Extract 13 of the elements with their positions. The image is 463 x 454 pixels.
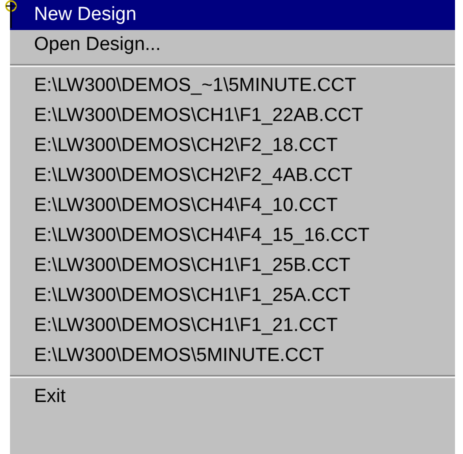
menu-item[interactable]: Exit — [10, 382, 455, 412]
menu-item[interactable]: E:\LW300\DEMOS\CH1\F1_21.CCT — [10, 311, 455, 341]
menu-item[interactable]: E:\LW300\DEMOS\CH2\F2_18.CCT — [10, 131, 455, 161]
menu-item[interactable]: E:\LW300\DEMOS\CH4\F4_15_16.CCT — [10, 221, 455, 251]
menu-item[interactable]: E:\LW300\DEMOS\CH2\F2_4AB.CCT — [10, 161, 455, 191]
menu-item[interactable]: New Design — [10, 0, 455, 30]
menu-item[interactable]: E:\LW300\DEMOS\CH1\F1_25A.CCT — [10, 281, 455, 311]
menu-item[interactable]: E:\LW300\DEMOS\CH1\F1_22AB.CCT — [10, 101, 455, 131]
menu-item[interactable]: Open Design... — [10, 30, 455, 60]
menu-item[interactable]: E:\LW300\DEMOS\CH4\F4_10.CCT — [10, 191, 455, 221]
menu-item[interactable]: E:\LW300\DEMOS\CH1\F1_25B.CCT — [10, 251, 455, 281]
menu-item[interactable]: E:\LW300\DEMOS_~1\5MINUTE.CCT — [10, 71, 455, 101]
menu-item[interactable]: E:\LW300\DEMOS\5MINUTE.CCT — [10, 341, 455, 371]
